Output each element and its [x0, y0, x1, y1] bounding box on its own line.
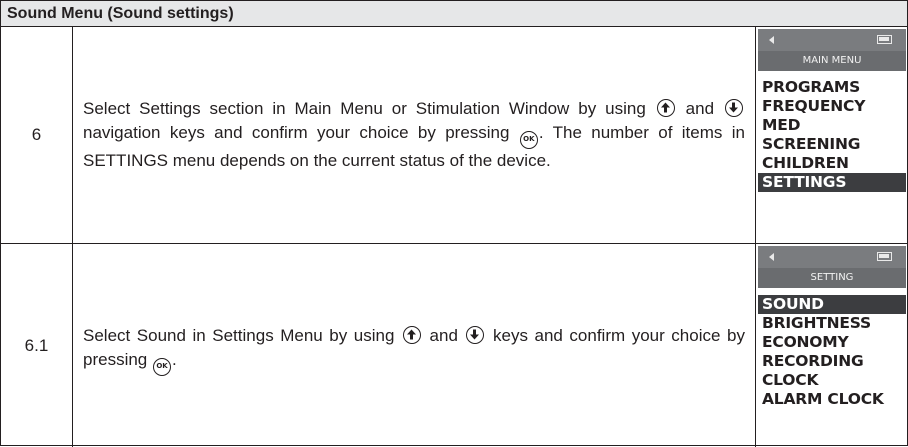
table-row: 6 Select Settings section in Main Menu o…	[1, 27, 907, 244]
menu-item: SCREENING	[762, 135, 861, 153]
down-arrow-key-icon	[724, 99, 743, 117]
instruction-text: Select Settings section in Main Menu or …	[73, 27, 756, 243]
instruction-table: Sound Menu (Sound settings) 6 Select Set…	[0, 0, 908, 447]
status-bar	[758, 29, 906, 51]
instruction-part: Select Settings section in Main Menu or …	[83, 99, 646, 118]
down-arrow-key-icon	[466, 325, 485, 344]
menu-item: CLOCK	[762, 371, 819, 389]
menu-list: PROGRAMS FREQUENCY MED SCREENING CHILDRE…	[758, 71, 906, 192]
up-arrow-key-icon	[403, 325, 421, 344]
device-screen-cell: MAIN MENU PROGRAMS FREQUENCY MED SCREENI…	[756, 27, 907, 243]
instruction-part: and	[429, 325, 458, 345]
menu-item: CHILDREN	[762, 154, 849, 172]
instruction-part: Select Sound in Settings Menu by using	[83, 325, 395, 345]
instruction-part: and	[685, 99, 715, 118]
step-number: 6.1	[1, 244, 73, 447]
device-screen-cell: SETTING SOUND BRIGHTNESS ECONOMY RECORDI…	[756, 244, 907, 447]
menu-item-selected: SETTINGS	[758, 173, 906, 192]
screen-title: MAIN MENU	[758, 51, 906, 71]
status-bar	[758, 246, 906, 268]
menu-item: RECORDING	[762, 352, 864, 370]
menu-list: SOUND BRIGHTNESS ECONOMY RECORDING CLOCK…	[758, 288, 906, 409]
menu-item-selected: SOUND	[758, 295, 906, 314]
menu-item: PROGRAMS	[762, 78, 861, 96]
battery-icon	[877, 252, 892, 261]
battery-icon	[877, 35, 892, 44]
menu-item: ALARM CLOCK	[762, 390, 884, 408]
step-number: 6	[1, 27, 73, 243]
instruction-part: navigation keys and confirm your choice …	[83, 123, 510, 142]
menu-item: ECONOMY	[762, 333, 849, 351]
section-title: Sound Menu (Sound settings)	[1, 1, 907, 27]
menu-item: FREQUENCY	[762, 97, 866, 115]
ok-key-icon: OK	[153, 357, 171, 376]
screen-title: SETTING	[758, 268, 906, 288]
menu-item: BRIGHTNESS	[762, 314, 871, 332]
device-screen-main-menu: MAIN MENU PROGRAMS FREQUENCY MED SCREENI…	[758, 29, 906, 192]
device-screen-settings: SETTING SOUND BRIGHTNESS ECONOMY RECORDI…	[758, 246, 906, 409]
instruction-part: .	[172, 349, 177, 369]
instruction-text: Select Sound in Settings Menu by using a…	[73, 244, 756, 447]
back-arrow-icon	[769, 253, 774, 261]
back-arrow-icon	[769, 36, 774, 44]
table-row: 6.1 Select Sound in Settings Menu by usi…	[1, 244, 907, 447]
up-arrow-key-icon	[656, 99, 675, 117]
menu-item: MED	[762, 116, 801, 134]
ok-key-icon: OK	[519, 131, 538, 149]
